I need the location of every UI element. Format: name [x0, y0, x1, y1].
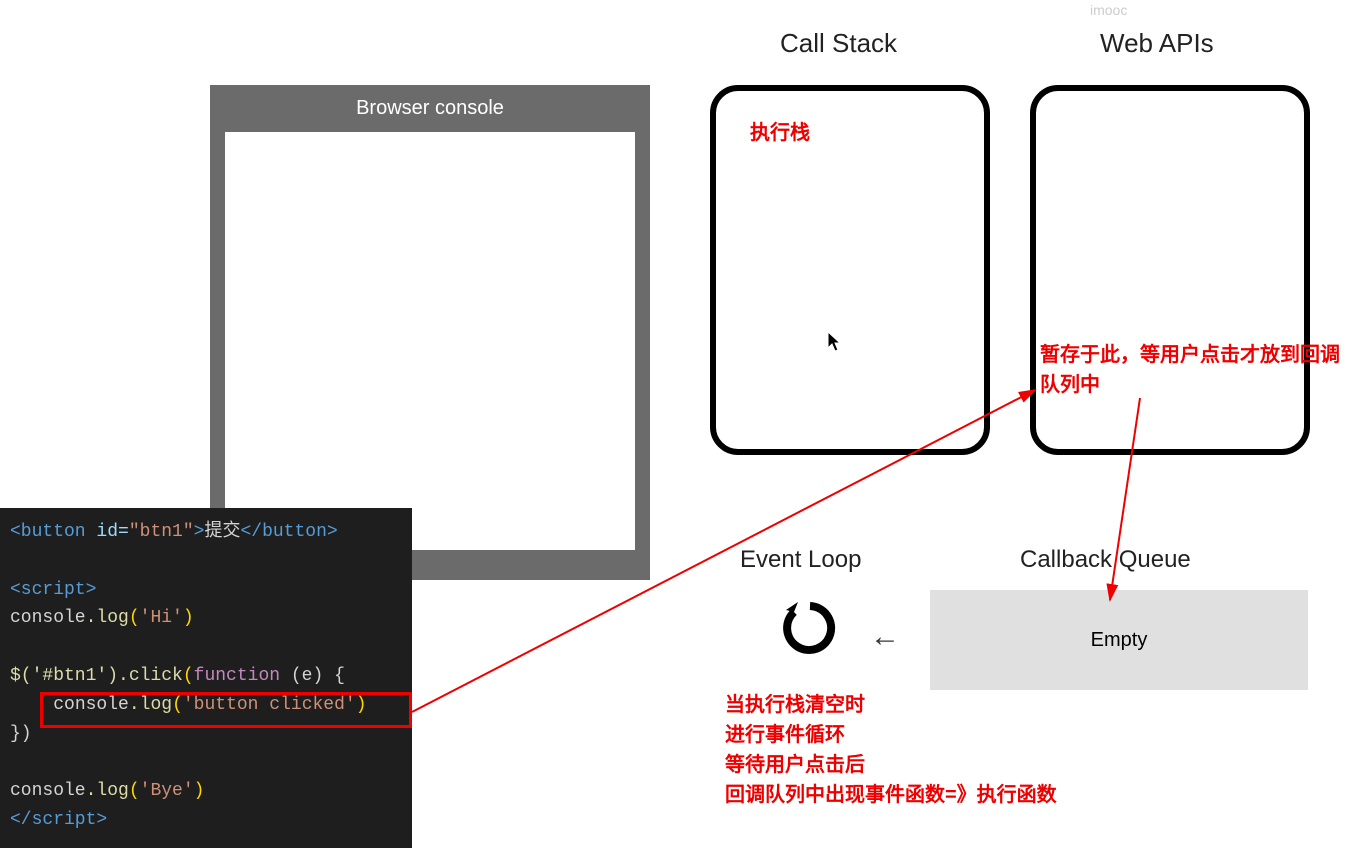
- web-apis-heading: Web APIs: [1100, 28, 1214, 59]
- browser-console-panel: Browser console: [210, 85, 650, 580]
- code-line: <button id="btn1">提交</button>: [10, 518, 402, 547]
- web-apis-annotation: 暂存于此，等用户点击才放到回调队列中: [1040, 340, 1354, 400]
- event-loop-annotation: 当执行栈清空时 进行事件循环 等待用户点击后 回调队列中出现事件函数=》执行函数: [725, 690, 1057, 810]
- code-highlight-box: [40, 692, 412, 728]
- watermark-text: imooc: [1090, 2, 1127, 18]
- callback-queue-box: Empty: [930, 590, 1308, 690]
- left-arrow-icon: ←: [870, 620, 900, 654]
- code-panel: <button id="btn1">提交</button> <script> c…: [0, 508, 412, 848]
- callback-queue-heading: Callback Queue: [1020, 546, 1191, 574]
- code-line: <script>: [10, 576, 402, 605]
- call-stack-heading: Call Stack: [780, 28, 897, 59]
- code-line: </script>: [10, 806, 402, 835]
- code-line: $('#btn1').click(function (e) {: [10, 662, 402, 691]
- mouse-cursor-icon: [828, 332, 842, 357]
- browser-console-body: [225, 132, 635, 550]
- event-loop-heading: Event Loop: [740, 546, 861, 574]
- code-line: console.log('Hi'): [10, 604, 402, 633]
- call-stack-annotation: 执行栈: [750, 118, 810, 148]
- event-loop-icon: [780, 598, 840, 663]
- browser-console-title: Browser console: [210, 85, 650, 132]
- callback-queue-content: Empty: [1091, 629, 1148, 652]
- code-line: console.log('Bye'): [10, 777, 402, 806]
